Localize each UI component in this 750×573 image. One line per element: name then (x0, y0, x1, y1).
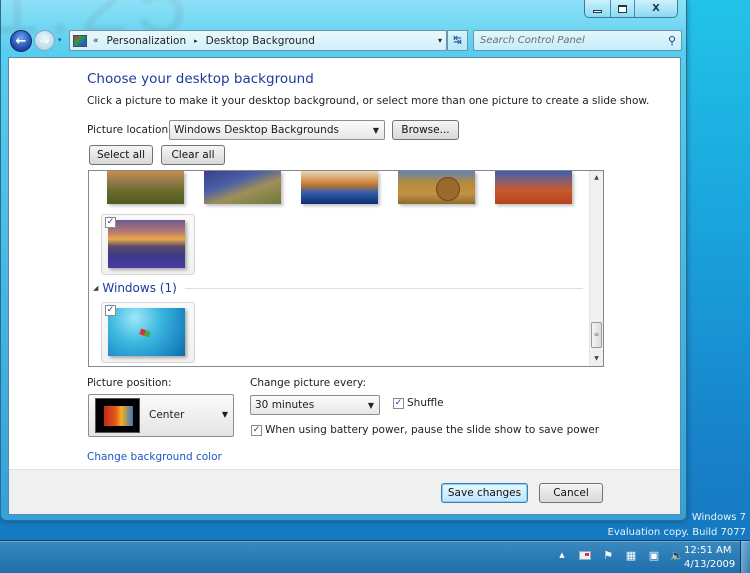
minimize-icon (593, 9, 602, 13)
breadcrumb-separator-icon[interactable]: ▸ (194, 37, 198, 45)
page-description: Click a picture to make it your desktop … (87, 95, 650, 107)
picture-position-select[interactable]: Center ▼ (88, 394, 234, 437)
volume-icon[interactable]: 🔈 (670, 547, 684, 563)
windows-logo-icon (139, 328, 151, 338)
position-preview-image (95, 398, 140, 433)
watermark-line-1: Windows 7 (691, 512, 746, 523)
picture-checkbox[interactable]: ✓ (105, 305, 116, 316)
back-button[interactable]: ← (10, 30, 32, 52)
flower-preview (104, 406, 133, 426)
picture-location-label: Picture location: (87, 124, 172, 136)
back-arrow-icon: ← (15, 33, 27, 49)
network-icon[interactable]: ▣ (647, 547, 661, 563)
breadcrumb-overflow-icon[interactable]: « (93, 36, 99, 46)
thumbnail-lighthouse-coast[interactable] (204, 171, 281, 204)
change-every-label: Change picture every: (250, 377, 366, 389)
control-panel-icon (73, 34, 87, 47)
shuffle-label[interactable]: Shuffle (407, 397, 444, 409)
thumbnail-sunset-lupines (108, 220, 185, 268)
watermark-line-2: Evaluation copy. Build 7077 (607, 527, 747, 538)
scroll-down-icon[interactable]: ▼ (590, 352, 603, 366)
thumbnail-desert-arch[interactable] (495, 171, 572, 204)
thumbnail-windows-7 (108, 308, 185, 356)
close-button[interactable]: X (635, 0, 677, 17)
taskbar-clock[interactable]: 12:51 AM 4/13/2009 (684, 544, 735, 572)
change-background-color-link[interactable]: Change background color (87, 451, 222, 463)
change-every-select[interactable]: 30 minutes ▼ (250, 395, 380, 415)
evaluation-watermark: Windows 7 Evaluation copy. Build 7077 (608, 510, 747, 540)
chevron-down-icon: ▼ (367, 401, 374, 410)
breadcrumb-desktop-background[interactable]: Desktop Background (206, 35, 315, 47)
flag-icon[interactable]: ⚑ (601, 547, 615, 563)
group-title: Windows (1) (102, 281, 177, 295)
battery-pause-checkbox[interactable]: ✓ (251, 425, 262, 436)
show-desktop-button[interactable] (740, 541, 750, 573)
clear-all-button[interactable]: Clear all (161, 145, 225, 165)
group-divider (184, 287, 583, 289)
picture-position-value: Center (149, 409, 185, 421)
refresh-icon: ↹ (453, 35, 462, 46)
hay-bale-shape (436, 177, 460, 201)
cancel-button[interactable]: Cancel (539, 483, 603, 503)
taskbar: ▲ ⚑ ▦ ▣ 🔈 12:51 AM 4/13/2009 (0, 540, 750, 573)
forward-button[interactable]: → (34, 30, 55, 51)
picture-list: ✓ ◢ Windows (1) ✓ ▲ ≡ ▼ (88, 170, 604, 367)
address-bar[interactable]: « Personalization ▸ Desktop Background ▾ (69, 30, 447, 51)
battery-pause-label[interactable]: When using battery power, pause the slid… (265, 424, 599, 436)
picture-checkbox[interactable]: ✓ (105, 217, 116, 228)
picture-location-value: Windows Desktop Backgrounds (174, 124, 339, 136)
caption-buttons: X (584, 0, 678, 18)
clock-date: 4/13/2009 (684, 559, 736, 570)
picture-position-label: Picture position: (87, 377, 172, 389)
chevron-down-icon: ▼ (221, 410, 228, 419)
maximize-icon (618, 4, 627, 13)
group-header-windows[interactable]: ◢ Windows (1) (93, 281, 583, 295)
shuffle-checkbox[interactable]: ✓ (393, 398, 404, 409)
search-icon[interactable]: ⚲ (668, 34, 676, 47)
search-box[interactable]: ⚲ (473, 30, 682, 51)
collapse-triangle-icon[interactable]: ◢ (93, 284, 98, 292)
vertical-scrollbar[interactable]: ▲ ≡ ▼ (589, 171, 603, 366)
change-every-value: 30 minutes (255, 399, 315, 411)
picture-item-windows-7[interactable]: ✓ (101, 302, 195, 363)
show-hidden-icons-button[interactable]: ▲ (555, 547, 569, 563)
chevron-down-icon: ▼ (372, 126, 379, 135)
picture-location-select[interactable]: Windows Desktop Backgrounds ▼ (169, 120, 385, 140)
power-plug-icon[interactable]: ▦ (624, 547, 638, 563)
breadcrumb-personalization[interactable]: Personalization (107, 35, 187, 47)
thumbnail-sea-stack[interactable] (301, 171, 378, 204)
content-pane: Choose your desktop background Click a p… (8, 57, 681, 515)
search-input[interactable] (480, 35, 660, 46)
recent-pages-button[interactable]: ▾ (58, 36, 62, 44)
save-changes-button[interactable]: Save changes (441, 483, 528, 503)
scroll-thumb[interactable]: ≡ (591, 322, 602, 348)
browse-button[interactable]: Browse... (392, 120, 459, 140)
thumbnail-landscape-fence[interactable] (107, 171, 184, 204)
thumbnail-hay-bale[interactable] (398, 171, 475, 204)
control-panel-window: X ← → ▾ « Personalization ▸ Desktop Back… (0, 0, 687, 521)
select-all-button[interactable]: Select all (89, 145, 153, 165)
notification-area: ▲ ⚑ ▦ ▣ 🔈 (555, 547, 684, 563)
minimize-button[interactable] (585, 0, 611, 17)
address-dropdown-icon[interactable]: ▾ (438, 36, 442, 45)
close-icon: X (652, 3, 660, 14)
scroll-up-icon[interactable]: ▲ (590, 171, 603, 185)
maximize-button[interactable] (611, 0, 635, 17)
forward-arrow-icon: → (39, 33, 50, 48)
picture-item-sunset[interactable]: ✓ (101, 214, 195, 275)
refresh-button[interactable]: ↹ (447, 30, 468, 51)
card-glyph (579, 550, 591, 560)
page-title: Choose your desktop background (87, 71, 314, 87)
action-center-card-icon[interactable] (578, 547, 592, 563)
clock-time: 12:51 AM (684, 545, 732, 556)
